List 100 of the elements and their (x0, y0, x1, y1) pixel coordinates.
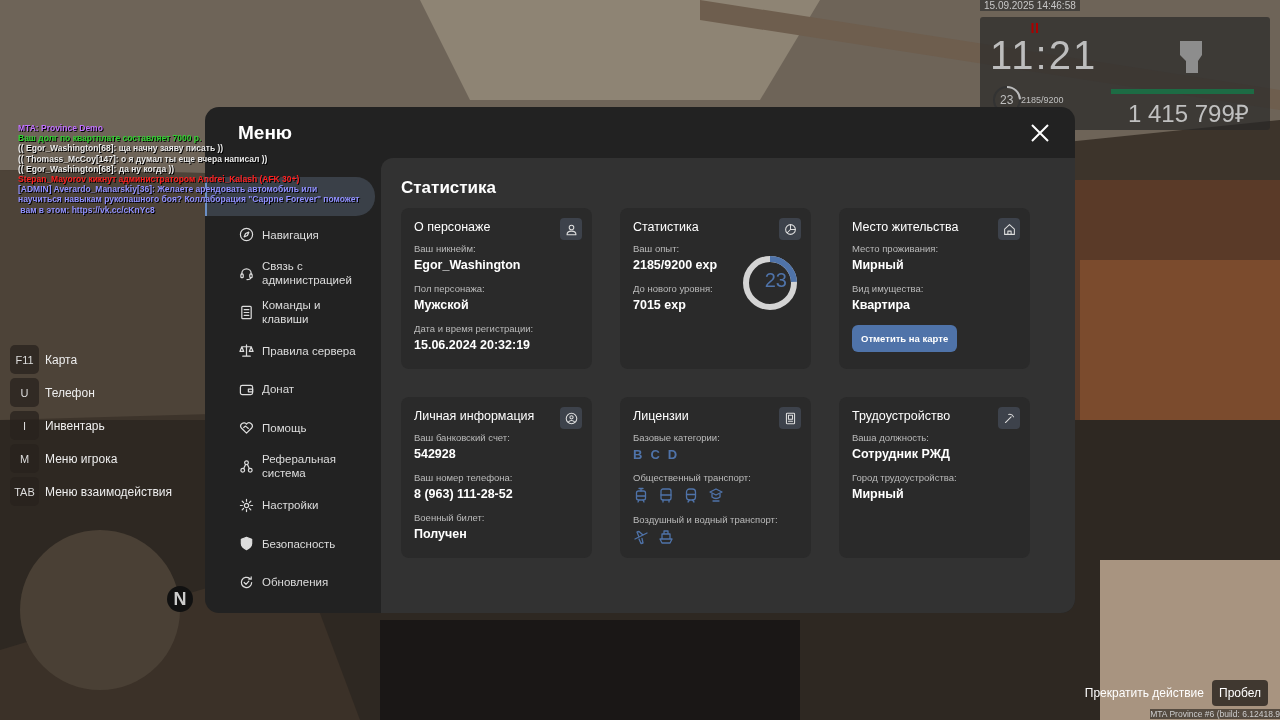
ship-icon (658, 529, 674, 545)
level-number: 23 (1000, 93, 1014, 107)
section-title: Статистика (401, 178, 498, 198)
field-label: До нового уровня: (633, 283, 714, 294)
heart-handshake-icon (239, 420, 254, 436)
sidebar-item[interactable]: Помощь (205, 408, 375, 448)
sidebar-item[interactable]: Реферальная система (205, 447, 375, 486)
exp-count: 2185/9200 (1021, 95, 1064, 105)
sidebar-item[interactable]: Связь с администрацией (205, 254, 375, 293)
field-label: Ваш никнейм: (414, 243, 477, 254)
shield-icon (239, 536, 254, 552)
card-title: Статистика (633, 220, 699, 234)
hotkey: M (10, 444, 39, 473)
field-value: Мирный (852, 258, 905, 272)
sidebar-item[interactable]: Донат (205, 369, 375, 409)
scales-icon (239, 343, 254, 359)
field-value: 15.06.2024 20:32:19 (414, 338, 532, 352)
chat-message: (( Egor_Washington[68]: да ну когда )) (18, 163, 175, 174)
field-value: Квартира (852, 298, 911, 312)
airplane-icon (633, 529, 649, 545)
card-title: Лицензии (633, 409, 689, 423)
field-value: Мирный (852, 487, 905, 501)
chat-message: MTA: Province Demo (18, 123, 103, 134)
hotkey-label: Карта (45, 352, 78, 367)
card-icon-button[interactable] (560, 218, 582, 240)
card-title: Личная информация (414, 409, 535, 423)
field-label: Вид имущества: (852, 283, 925, 294)
nodes-icon (239, 458, 254, 474)
hotkey: I (10, 411, 39, 440)
chat-message: (( Egor_Washington[68]: ща начну заяву писать )) (18, 143, 224, 154)
chat-message: вам в этом: https://vk.cc/cKnYc8 (19, 204, 155, 215)
house-icon (1002, 222, 1016, 236)
field-label: Ваш банковский счет: (414, 432, 511, 443)
field-label: Общественный транспорт: (633, 472, 752, 483)
field-value: Получен (414, 527, 468, 541)
field-label: Ваш опыт: (633, 243, 681, 254)
sidebar-item[interactable]: Настройки (205, 485, 375, 525)
close-button[interactable] (1029, 121, 1051, 144)
hotkey: Пробел (1212, 680, 1268, 706)
field-label: Город трудоустройства: (852, 472, 958, 483)
id-card-icon (783, 411, 797, 425)
build-info: MTA Province #6 (build: 6.12418.9 (1150, 709, 1280, 719)
card-title: О персонаже (414, 220, 491, 234)
field-value: 2185/9200 exp (633, 258, 719, 272)
refresh-check-icon (239, 574, 254, 590)
card-icon-button[interactable] (998, 218, 1020, 240)
field-label: Дата и время регистрации: (414, 323, 535, 334)
tram-icon (633, 487, 649, 503)
window-title: Меню (238, 121, 293, 144)
card-title: Трудоустройство (852, 409, 951, 423)
card-icon-button[interactable] (779, 218, 801, 240)
hotkey: U (10, 378, 39, 407)
sidebar-item[interactable]: Команды и клавиши (205, 292, 375, 332)
money-amount: 1 415 799₽ (1128, 99, 1249, 129)
card-title: Место жительства (852, 220, 959, 234)
headset-icon (239, 266, 254, 281)
field-value: Мужской (414, 298, 470, 312)
field-value: 7015 exp (633, 298, 687, 312)
field-label: Военный билет: (414, 512, 486, 523)
hotkey-label: Меню игрока (45, 451, 118, 466)
chat-message: Ваш долг по квартплате составляет 7000 р. (18, 133, 202, 144)
chat-message: (( Thomass_McCoy[147]: о я думал ты еще вчера написал )) (18, 153, 268, 164)
card-icon-button[interactable] (998, 407, 1020, 429)
field-label: Место проживания: (852, 243, 940, 254)
hotkey-label: Телефон (45, 385, 95, 400)
document-icon (239, 304, 254, 320)
level-number: 23 (764, 269, 787, 292)
license-category: D (667, 447, 678, 462)
sidebar-item[interactable]: Правила сервера (205, 331, 375, 370)
field-label: Ваш номер телефона: (414, 472, 514, 483)
sidebar-item[interactable]: Навигация (205, 215, 375, 255)
hotkey: F11 (10, 345, 39, 374)
sidebar-item[interactable]: Обновления (205, 562, 375, 602)
clock-time: 11:21 (990, 33, 1098, 78)
field-value: 8 (963) 111-28-52 (414, 487, 514, 501)
pie-chart-icon (783, 222, 797, 236)
bus-icon (658, 487, 674, 503)
card-icon-button[interactable] (560, 407, 582, 429)
field-value: 542928 (414, 447, 457, 461)
compass-icon (239, 227, 254, 243)
level-ring (742, 255, 798, 311)
field-label: Пол персонажа: (414, 283, 486, 294)
date-time: 15.09.2025 14:46:58 (980, 0, 1080, 11)
card-icon-button[interactable] (779, 407, 801, 429)
license-category: B (633, 447, 643, 462)
train-icon (683, 487, 699, 503)
license-category: C (650, 447, 660, 462)
map-button[interactable]: Отметить на карте (852, 325, 958, 352)
field-label: Ваша должность: (852, 432, 930, 443)
field-label: Воздушный и водный транспорт: (633, 514, 779, 525)
person-icon (564, 222, 578, 236)
field-label: Базовые категории: (633, 432, 721, 443)
hotkey-label: Меню взаимодействия (45, 484, 172, 499)
field-value: Egor_Washington (414, 258, 522, 272)
pickaxe-icon (1002, 411, 1016, 425)
sidebar-item[interactable]: Безопасность (205, 524, 375, 563)
person-circle-icon (564, 411, 578, 425)
field-value: Сотрудник РЖД (852, 447, 951, 461)
hotkey: TAB (10, 477, 39, 506)
hotkey-label: Инвентарь (45, 418, 105, 433)
